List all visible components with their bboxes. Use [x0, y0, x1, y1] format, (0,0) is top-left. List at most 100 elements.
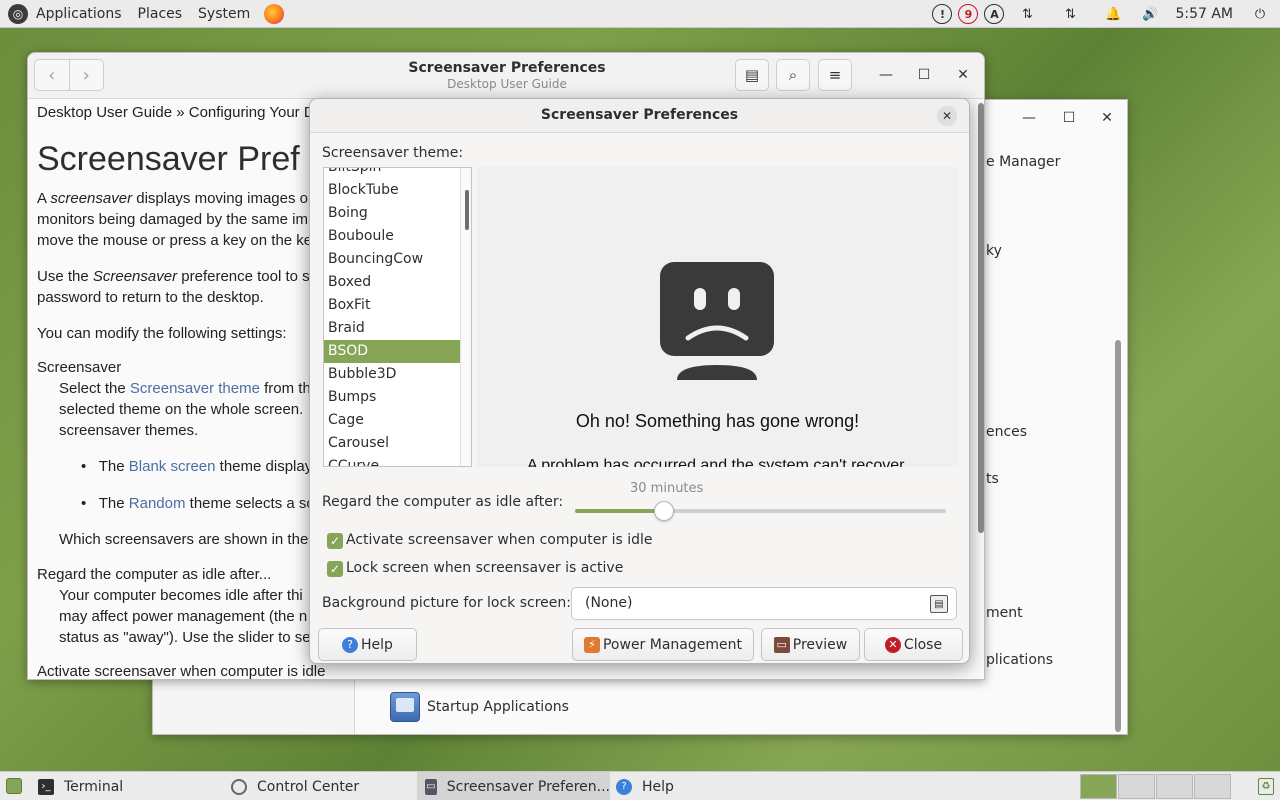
- para2-line2: password to return to the desktop.: [37, 289, 264, 306]
- lock-checkbox[interactable]: ✓: [327, 561, 343, 577]
- text: The: [98, 458, 129, 475]
- theme-item[interactable]: Bouboule: [324, 225, 460, 248]
- theme-item[interactable]: BouncingCow: [324, 248, 460, 271]
- mate-logo-icon[interactable]: ◎: [8, 3, 28, 24]
- update-notifier-icon[interactable]: !: [932, 4, 953, 24]
- dialog-close-icon[interactable]: ✕: [937, 106, 957, 126]
- activate-checkbox[interactable]: ✓: [327, 533, 343, 549]
- close-button[interactable]: ✕: [953, 65, 973, 85]
- workspace-3[interactable]: [1156, 774, 1193, 799]
- cc-item-plications[interactable]: plications: [986, 652, 1053, 668]
- notification-bell-icon[interactable]: 🔔: [1103, 4, 1123, 24]
- theme-item[interactable]: Bumps: [324, 386, 460, 409]
- task-control-center[interactable]: Control Center: [223, 772, 413, 800]
- volume-icon[interactable]: 🔊: [1140, 4, 1160, 24]
- close-button[interactable]: ✕ Close: [864, 628, 963, 661]
- preview-button[interactable]: ▭ Preview: [761, 628, 860, 661]
- theme-item[interactable]: CCurve: [324, 455, 460, 466]
- close-icon[interactable]: ✕: [1097, 108, 1117, 128]
- lock-label[interactable]: Lock screen when screensaver is active: [346, 560, 623, 576]
- badge-9-icon[interactable]: 9: [958, 4, 979, 24]
- cc-scrollbar[interactable]: [1115, 340, 1121, 732]
- minimize-icon[interactable]: —: [1019, 108, 1039, 128]
- cc-item-manager[interactable]: e Manager: [986, 154, 1060, 170]
- scroll-thumb[interactable]: [465, 190, 469, 230]
- help-button[interactable]: ? Help: [318, 628, 417, 661]
- show-desktop-icon[interactable]: [6, 778, 22, 794]
- network-2-icon[interactable]: ⇅: [1060, 4, 1080, 24]
- term-activate: Activate screensaver when computer is id…: [37, 663, 326, 680]
- para1-line2: monitors being damaged by the same im: [37, 211, 308, 228]
- system-tray: ! 9 A ⇅ ⇅ 🔔 🔊 5:57 AM ⏻: [929, 0, 1280, 28]
- theme-list[interactable]: BlitSpin BlockTube Boing Bouboule BouncingCo…: [323, 167, 472, 467]
- theme-item[interactable]: BoxFit: [324, 294, 460, 317]
- menu-places[interactable]: Places: [130, 6, 191, 22]
- activate-label[interactable]: Activate screensaver when computer is id…: [346, 532, 652, 548]
- terminal-icon: ›_: [38, 778, 54, 795]
- startup-applications-label[interactable]: Startup Applications: [427, 699, 569, 715]
- text: Select the: [59, 380, 130, 397]
- clock[interactable]: 5:57 AM: [1175, 6, 1233, 22]
- task-help[interactable]: ? Help: [612, 772, 802, 800]
- firefox-launcher-icon[interactable]: [264, 3, 285, 24]
- help-scrollbar[interactable]: [977, 99, 984, 539]
- control-center-icon: [231, 778, 247, 795]
- checkmark-icon: ✓: [329, 562, 341, 576]
- help-icon: ?: [342, 636, 359, 653]
- startup-applications-icon[interactable]: [390, 692, 420, 722]
- preview-sub-message: A problem has occurred and the system ca…: [526, 457, 909, 467]
- maximize-icon[interactable]: ☐: [1059, 108, 1079, 128]
- theme-preview: Oh no! Something has gone wrong! A probl…: [477, 167, 958, 467]
- slider-fill: [575, 509, 665, 513]
- slider-knob[interactable]: [654, 501, 675, 521]
- theme-item[interactable]: Boxed: [324, 271, 460, 294]
- checkmark-icon: ✓: [329, 534, 341, 548]
- breadcrumb[interactable]: Desktop User Guide » Configuring Your D: [37, 103, 315, 123]
- cc-item-ts[interactable]: ts: [986, 471, 999, 487]
- power-management-button[interactable]: ⚡ Power Management: [572, 628, 754, 661]
- help-headerbar: ‹ › Screensaver Preferences Desktop User…: [28, 53, 984, 99]
- workspace-1[interactable]: [1080, 774, 1117, 799]
- theme-item[interactable]: BlitSpin: [324, 168, 460, 179]
- hamburger-menu-icon: ≡: [828, 66, 842, 84]
- blank-screen-link[interactable]: Blank screen: [129, 458, 216, 475]
- scroll-thumb[interactable]: [978, 103, 984, 533]
- cc-item-ky[interactable]: ky: [986, 243, 1002, 259]
- power-icon[interactable]: ⏻: [1250, 4, 1270, 24]
- bg-picture-value: (None): [585, 595, 633, 611]
- theme-item[interactable]: Bubble3D: [324, 363, 460, 386]
- bg-picture-chooser[interactable]: (None) ▤: [571, 587, 957, 620]
- cc-item-ment[interactable]: ment: [986, 605, 1023, 621]
- theme-list-scrollbar[interactable]: [460, 168, 471, 466]
- theme-item[interactable]: Braid: [324, 317, 460, 340]
- text: A: [37, 190, 51, 207]
- text: theme selects a scr: [185, 495, 319, 512]
- cc-item-ences[interactable]: ences: [986, 424, 1027, 440]
- menu-system[interactable]: System: [190, 6, 258, 22]
- theme-label: Screensaver theme:: [322, 145, 464, 161]
- idle-slider[interactable]: [575, 501, 946, 521]
- task-screensaver-preferences[interactable]: ▭ Screensaver Preferen...: [417, 772, 610, 800]
- emphasis: Screensaver: [92, 268, 178, 285]
- theme-item[interactable]: BlockTube: [324, 179, 460, 202]
- para2-line1: Use the Screensaver preference tool to s…: [37, 267, 318, 287]
- trash-icon[interactable]: ♻: [1258, 778, 1274, 795]
- accessibility-icon[interactable]: A: [984, 4, 1005, 24]
- theme-item[interactable]: BSOD: [324, 340, 460, 363]
- workspace-2[interactable]: [1118, 774, 1155, 799]
- menu-applications[interactable]: Applications: [28, 6, 130, 22]
- network-icon[interactable]: ⇅: [1017, 4, 1037, 24]
- menu-button[interactable]: ≡: [818, 59, 852, 91]
- minimize-button[interactable]: —: [876, 65, 896, 85]
- theme-item[interactable]: Carousel: [324, 432, 460, 455]
- screensaver-theme-link[interactable]: Screensaver theme: [130, 380, 260, 397]
- task-label: Help: [642, 778, 674, 795]
- theme-item[interactable]: Cage: [324, 409, 460, 432]
- maximize-button[interactable]: ☐: [914, 65, 934, 85]
- search-button[interactable]: ⌕: [776, 59, 810, 91]
- theme-item[interactable]: Boing: [324, 202, 460, 225]
- bookmarks-button[interactable]: ▤: [735, 59, 769, 91]
- task-terminal[interactable]: ›_ Terminal: [30, 772, 220, 800]
- random-link[interactable]: Random: [129, 495, 186, 512]
- workspace-4[interactable]: [1194, 774, 1231, 799]
